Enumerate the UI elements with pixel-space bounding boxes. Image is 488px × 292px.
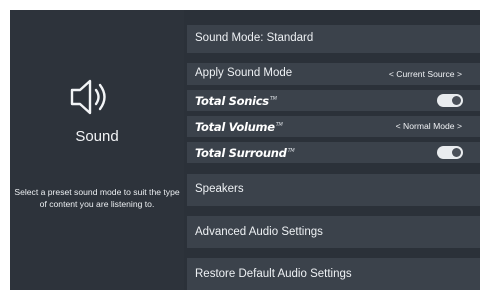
restore-default-audio-settings-label: Restore Default Audio Settings [195, 268, 352, 280]
toggle-knob [452, 148, 461, 157]
advanced-audio-settings-label: Advanced Audio Settings [195, 226, 323, 238]
toggle-knob [452, 96, 461, 105]
total-surround-toggle[interactable] [437, 146, 463, 159]
total-sonics-toggle[interactable] [437, 94, 463, 107]
total-sonics-item[interactable]: Total SonicsTM [187, 90, 480, 111]
total-sonics-logo: Total SonicsTM [195, 94, 277, 108]
total-surround-logo: Total SurroundTM [195, 146, 295, 160]
restore-default-audio-settings-item[interactable]: Restore Default Audio Settings [187, 258, 480, 290]
speakers-item[interactable]: Speakers [187, 174, 480, 206]
advanced-audio-settings-item[interactable]: Advanced Audio Settings [187, 216, 480, 248]
total-surround-item[interactable]: Total SurroundTM [187, 142, 480, 163]
apply-sound-mode-label: Apply Sound Mode [195, 67, 293, 79]
apply-sound-mode-value[interactable]: < Current Source > [389, 69, 462, 79]
panel-description: Select a preset sound mode to suit the t… [14, 187, 180, 209]
sound-mode-item[interactable]: Sound Mode: Standard [187, 25, 480, 53]
apply-sound-mode-item[interactable]: Apply Sound Mode < Current Source > [187, 63, 480, 85]
total-volume-value[interactable]: < Normal Mode > [396, 121, 462, 131]
total-volume-item[interactable]: Total VolumeTM < Normal Mode > [187, 116, 480, 137]
total-volume-logo: Total VolumeTM [195, 120, 283, 134]
panel-title: Sound [75, 128, 119, 145]
speakers-label: Speakers [195, 183, 244, 195]
sound-info-panel: Sound Select a preset sound mode to suit… [10, 10, 184, 290]
sound-settings-screen: Sound Select a preset sound mode to suit… [10, 10, 480, 290]
speaker-icon [70, 79, 106, 115]
sound-mode-label: Sound Mode: Standard [195, 32, 314, 44]
